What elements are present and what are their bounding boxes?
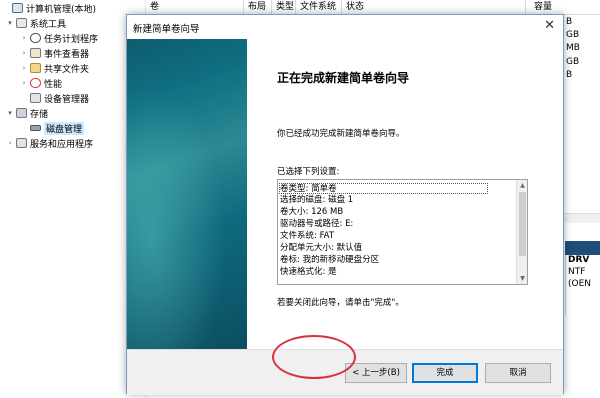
setting-line: 分配单元大小: 默认值 xyxy=(280,243,363,253)
back-button[interactable]: < 上一步(B) xyxy=(345,363,407,383)
finish-button[interactable]: 完成 xyxy=(412,363,478,383)
new-simple-volume-wizard: 新建简单卷向导 ✕ 正在完成新建简单卷向导 你已经成功完成新建简单卷向导。 已选… xyxy=(126,14,564,395)
close-icon[interactable]: ✕ xyxy=(544,18,555,33)
settings-label: 已选择下列设置: xyxy=(277,167,340,177)
wizard-body: 正在完成新建简单卷向导 你已经成功完成新建简单卷向导。 已选择下列设置: 卷类型… xyxy=(127,39,563,349)
settings-summary-list[interactable]: 卷类型: 简单卷 选择的磁盘: 磁盘 1 卷大小: 126 MB 驱动器号或路径… xyxy=(277,179,528,285)
scroll-thumb[interactable] xyxy=(519,192,526,256)
tree-item-event-viewer[interactable]: › 事件查看器 xyxy=(20,46,89,60)
horizontal-scrollbar[interactable] xyxy=(562,213,600,223)
chevron-down-icon[interactable]: ▾ xyxy=(6,109,14,117)
device-manager-icon xyxy=(30,93,41,103)
tree-item-computer-management[interactable]: 计算机管理(本地) xyxy=(2,1,96,15)
setting-line: 选择的磁盘: 磁盘 1 xyxy=(280,195,354,205)
volume-list-header: 卷 布局 类型 文件系统 状态 容量 xyxy=(146,0,600,15)
capacity-fragment: GB xyxy=(566,30,580,40)
event-viewer-icon xyxy=(30,48,41,58)
shared-folder-icon xyxy=(30,63,41,73)
tree-item-device-manager[interactable]: 设备管理器 xyxy=(20,91,89,105)
setting-line: 文件系统: FAT xyxy=(280,231,335,241)
capacity-fragment: B xyxy=(566,70,573,80)
column-header-volume[interactable]: 卷 xyxy=(146,0,244,15)
setting-line: 卷标: 我的新移动硬盘分区 xyxy=(280,255,380,265)
disk-volume-info: DRV NTF (OEN xyxy=(565,255,600,315)
chevron-right-icon[interactable]: › xyxy=(6,139,14,147)
tree-item-disk-management[interactable]: 磁盘管理 xyxy=(20,121,85,135)
dialog-titlebar[interactable]: 新建简单卷向导 ✕ xyxy=(127,15,563,39)
tree-item-performance[interactable]: › 性能 xyxy=(20,76,62,90)
clock-icon xyxy=(30,33,41,43)
storage-icon xyxy=(16,108,27,118)
tree-item-services-apps[interactable]: › 服务和应用程序 xyxy=(6,136,93,150)
services-icon xyxy=(16,138,27,148)
chevron-right-icon[interactable]: › xyxy=(20,79,28,87)
console-tree: 计算机管理(本地) ▾ 系统工具 › 任务计划程序 › 事件查看器 › 共享文件… xyxy=(0,0,146,398)
column-header-filesystem[interactable]: 文件系统 xyxy=(296,0,342,15)
tree-item-task-scheduler[interactable]: › 任务计划程序 xyxy=(20,31,98,45)
chevron-right-icon[interactable]: › xyxy=(20,49,28,57)
column-header-capacity[interactable]: 容量 xyxy=(526,0,600,15)
scroll-up-icon[interactable]: ▲ xyxy=(517,180,527,191)
chevron-right-icon[interactable]: › xyxy=(20,64,28,72)
scroll-down-icon[interactable]: ▼ xyxy=(517,273,527,284)
wizard-banner-image xyxy=(127,39,247,349)
wizard-intro-text: 你已经成功完成新建简单卷向导。 xyxy=(277,129,405,139)
tools-icon xyxy=(16,18,27,28)
column-header-status[interactable]: 状态 xyxy=(342,0,526,15)
column-header-layout[interactable]: 布局 xyxy=(244,0,272,15)
computer-icon xyxy=(12,3,23,13)
capacity-fragment: MB xyxy=(566,43,580,53)
setting-line: 卷类型: 简单卷 xyxy=(279,183,488,194)
performance-icon xyxy=(30,78,41,88)
tree-item-storage[interactable]: ▾ 存储 xyxy=(6,106,48,120)
setting-line: 驱动器号或路径: E: xyxy=(280,219,354,229)
dialog-title: 新建简单卷向导 xyxy=(133,24,200,35)
chevron-down-icon[interactable]: ▾ xyxy=(6,19,14,27)
chevron-right-icon[interactable]: › xyxy=(20,34,28,42)
cancel-button[interactable]: 取消 xyxy=(485,363,551,383)
tree-item-shared-folders[interactable]: › 共享文件夹 xyxy=(20,61,89,75)
close-hint-text: 若要关闭此向导，请单击"完成"。 xyxy=(277,298,404,308)
wizard-heading: 正在完成新建简单卷向导 xyxy=(277,71,410,85)
setting-line: 快速格式化: 是 xyxy=(280,267,337,277)
finish-highlight-annotation xyxy=(272,335,356,379)
disk-volume-bar xyxy=(565,241,600,255)
settings-scrollbar[interactable]: ▲ ▼ xyxy=(516,180,527,284)
tree-item-system-tools[interactable]: ▾ 系统工具 xyxy=(6,16,66,30)
disk-icon xyxy=(30,125,41,131)
column-header-type[interactable]: 类型 xyxy=(272,0,296,15)
setting-line: 卷大小: 126 MB xyxy=(280,207,344,217)
capacity-fragment: GB xyxy=(566,57,580,67)
capacity-fragment: B xyxy=(566,17,573,27)
